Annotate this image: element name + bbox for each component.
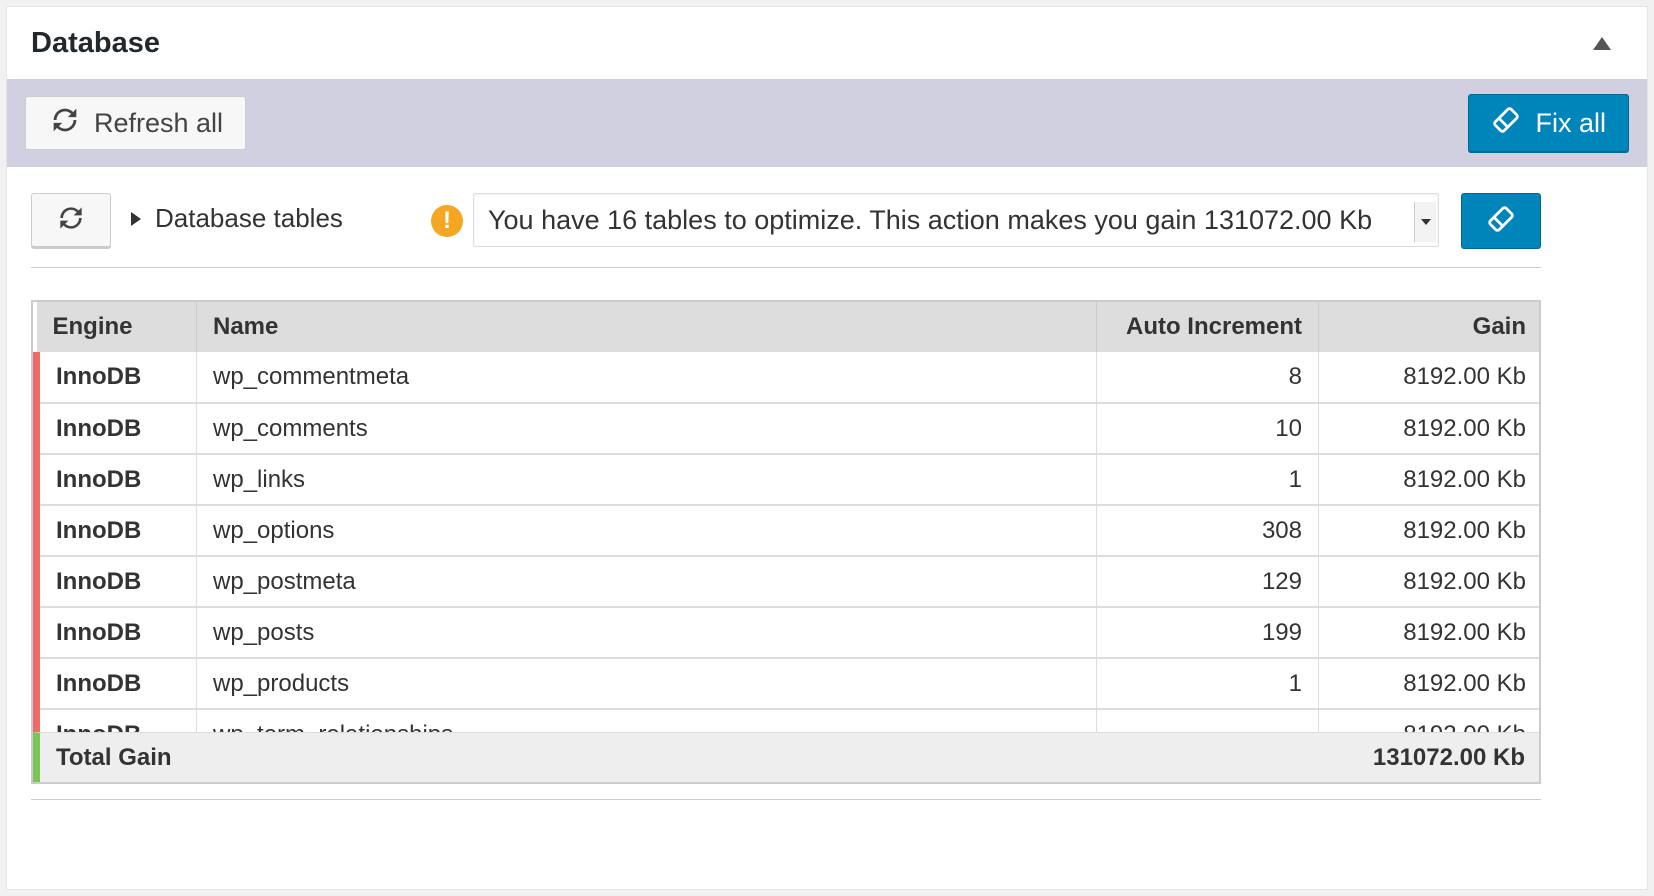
- refresh-all-label: Refresh all: [94, 107, 224, 138]
- gain-cell: 8192.00 Kb: [1318, 403, 1539, 455]
- name-cell: wp_links: [196, 454, 1097, 506]
- table-row: InnoDB wp_options 308 8192.00 Kb: [33, 505, 1539, 557]
- fix-tables-button[interactable]: [1461, 193, 1541, 249]
- panel-title: Database: [31, 26, 160, 59]
- fix-all-label: Fix all: [1535, 107, 1606, 138]
- table-row: InnoDB wp_products 1 8192.00 Kb: [33, 658, 1539, 710]
- table-row: InnoDB wp_commentmeta 8 8192.00 Kb: [33, 352, 1539, 404]
- auto-increment-cell: 10: [1096, 403, 1319, 455]
- column-header-name: Name: [196, 302, 1097, 352]
- engine-cell: InnoDB: [33, 403, 197, 455]
- gain-cell: 8192.00 Kb: [1318, 556, 1539, 608]
- triangle-right-icon: [131, 211, 141, 226]
- name-cell: wp_posts: [196, 607, 1097, 659]
- table-header-row: Engine Name Auto Increment Gain: [36, 302, 1539, 352]
- column-header-engine: Engine: [36, 302, 197, 352]
- gain-cell: 8192.00 Kb: [1318, 352, 1539, 404]
- tables-section-header: Database tables ! You have 16 tables to …: [31, 193, 1621, 249]
- engine-cell: InnoDB: [33, 607, 197, 659]
- optimize-select[interactable]: You have 16 tables to optimize. This act…: [473, 193, 1439, 247]
- refresh-tables-button[interactable]: [31, 193, 111, 247]
- database-tables-toggle[interactable]: Database tables: [131, 203, 343, 234]
- table-row: InnoDB wp_links 1 8192.00 Kb: [33, 454, 1539, 506]
- total-gain-label: Total Gain: [56, 743, 172, 771]
- column-header-gain: Gain: [1318, 302, 1539, 352]
- gain-cell: 8192.00 Kb: [1318, 658, 1539, 710]
- auto-increment-cell: 199: [1096, 607, 1319, 659]
- name-cell: wp_products: [196, 658, 1097, 710]
- gain-cell: 8192.00 Kb: [1318, 607, 1539, 659]
- name-cell: wp_options: [196, 505, 1097, 557]
- name-cell: wp_commentmeta: [196, 352, 1097, 404]
- eraser-icon: [1491, 105, 1521, 142]
- auto-increment-cell: 8: [1096, 352, 1319, 404]
- refresh-icon: [48, 103, 82, 144]
- column-header-auto-increment: Auto Increment: [1096, 302, 1319, 352]
- optimize-message: You have 16 tables to optimize. This act…: [488, 204, 1373, 235]
- panel-header: Database: [7, 7, 1647, 79]
- fix-all-button[interactable]: Fix all: [1468, 94, 1629, 152]
- auto-increment-cell: 129: [1096, 556, 1319, 608]
- divider: [31, 799, 1541, 800]
- auto-increment-cell: 1: [1096, 454, 1319, 506]
- total-gain-row: Total Gain 131072.00 Kb: [33, 732, 1539, 782]
- engine-cell: InnoDB: [33, 352, 197, 404]
- divider: [31, 267, 1541, 268]
- table-row: InnoDB wp_posts 199 8192.00 Kb: [33, 607, 1539, 659]
- exclamation-icon: !: [431, 205, 463, 237]
- refresh-icon: [55, 202, 87, 239]
- table-row: InnoDB wp_postmeta 129 8192.00 Kb: [33, 556, 1539, 608]
- refresh-all-button[interactable]: Refresh all: [25, 96, 247, 150]
- engine-cell: InnoDB: [33, 658, 197, 710]
- chevron-down-icon: [1414, 202, 1436, 242]
- database-panel: Database Refresh all Fix all Database ta…: [6, 6, 1648, 890]
- table-row: InnoDB wp_comments 10 8192.00 Kb: [33, 403, 1539, 455]
- toolbar: Refresh all Fix all: [7, 79, 1647, 167]
- tables-table: Engine Name Auto Increment Gain InnoDB w…: [31, 300, 1541, 784]
- gain-cell: 8192.00 Kb: [1318, 454, 1539, 506]
- auto-increment-cell: 1: [1096, 658, 1319, 710]
- eraser-icon: [1486, 204, 1516, 239]
- auto-increment-cell: 308: [1096, 505, 1319, 557]
- engine-cell: InnoDB: [33, 454, 197, 506]
- name-cell: wp_postmeta: [196, 556, 1097, 608]
- total-gain-value: 131072.00 Kb: [1372, 743, 1525, 771]
- engine-cell: InnoDB: [33, 505, 197, 557]
- gain-cell: 8192.00 Kb: [1318, 505, 1539, 557]
- name-cell: wp_comments: [196, 403, 1097, 455]
- triangle-up-icon[interactable]: [1593, 36, 1611, 50]
- engine-cell: InnoDB: [33, 556, 197, 608]
- database-tables-label: Database tables: [155, 203, 343, 233]
